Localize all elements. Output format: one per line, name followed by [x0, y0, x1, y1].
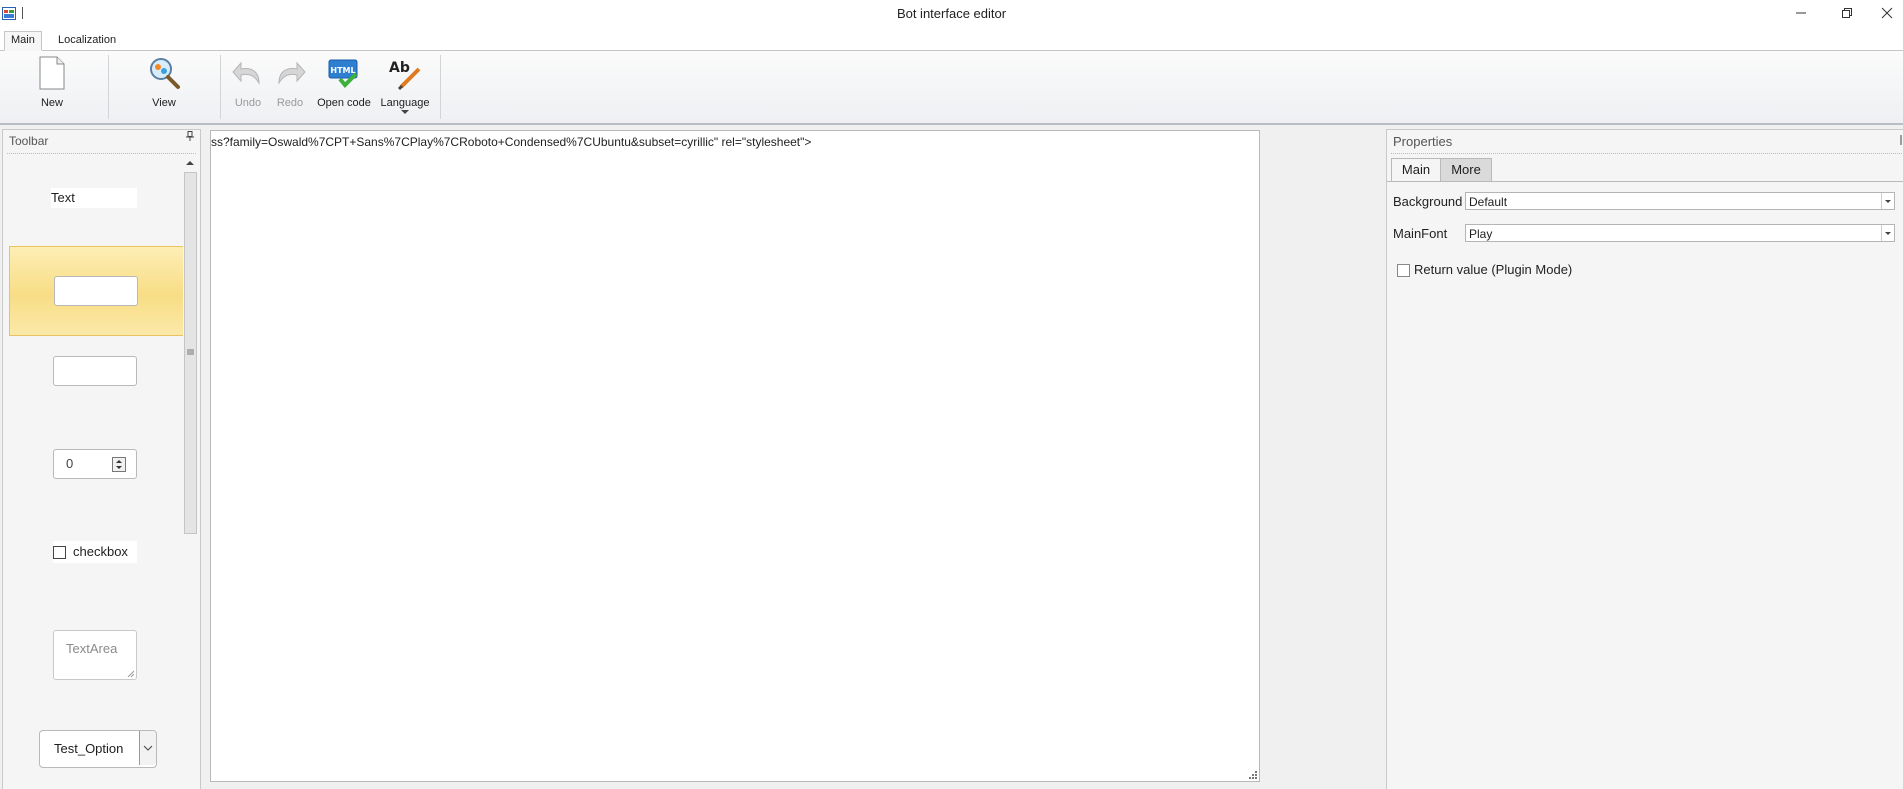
toolbar-item-list: Text 0 checkbox TextArea Test_Option [5, 164, 183, 789]
toolbar-item-password[interactable] [9, 340, 183, 428]
resize-grip-icon [127, 670, 134, 677]
tab-main[interactable]: Main [4, 31, 42, 51]
return-value-label: Return value (Plugin Mode) [1414, 262, 1573, 277]
checkbox-icon [53, 546, 66, 559]
checkbox-label: checkbox [73, 544, 128, 559]
spinner-arrows-icon [112, 457, 126, 472]
language-icon: Ab [389, 60, 421, 91]
toolbar-item-textarea[interactable]: TextArea [9, 608, 183, 696]
minimize-icon [1796, 12, 1806, 14]
text-sample: Text [51, 188, 137, 208]
resize-grip-icon[interactable] [1247, 769, 1257, 779]
redo-button[interactable]: Redo [272, 55, 308, 117]
toolbar-item-text[interactable]: Text [9, 164, 183, 252]
new-document-icon [39, 56, 65, 90]
language-label: Language [380, 97, 430, 109]
properties-panel: Properties Main More Background Default … [1386, 129, 1903, 789]
tab-underline [1387, 181, 1903, 182]
svg-text:HTML: HTML [330, 66, 355, 75]
ribbon-group-separator [440, 55, 441, 119]
mainfont-select[interactable]: Play [1465, 224, 1895, 242]
tab-properties-main[interactable]: Main [1391, 158, 1441, 182]
magnifier-icon [150, 58, 180, 89]
textarea-sample: TextArea [53, 630, 137, 680]
textarea-placeholder: TextArea [66, 641, 118, 656]
svg-text:Ab: Ab [389, 60, 410, 76]
background-value: Default [1469, 195, 1508, 209]
undo-label: Undo [234, 97, 262, 109]
properties-title: Properties [1393, 134, 1453, 149]
toolbar-panel: Toolbar Text 0 checkbox TextArea Test_Op… [2, 129, 201, 789]
ribbon-tab-strip: Main Localization [0, 28, 1903, 51]
input-sample [53, 356, 137, 386]
html-code-icon: HTML [328, 59, 358, 88]
restore-button[interactable] [1824, 0, 1870, 26]
pin-icon [186, 131, 194, 141]
checkbox-icon[interactable] [1397, 264, 1410, 278]
toolbar-scrollbar[interactable] [183, 160, 197, 788]
code-line[interactable]: ss?family=Oswald%7CPT+Sans%7CPlay%7CRobo… [211, 135, 811, 149]
window-title: Bot interface editor [896, 6, 1007, 21]
undo-button[interactable]: Undo [230, 55, 266, 117]
select-dropdown [139, 731, 156, 765]
chevron-down-icon [1881, 193, 1894, 209]
language-button[interactable]: Ab Language [378, 55, 432, 117]
title-bar: Bot interface editor [0, 0, 1903, 28]
checkbox-sample: checkbox [53, 541, 137, 563]
minimize-button[interactable] [1778, 0, 1824, 26]
ribbon-group-separator [108, 55, 109, 119]
panel-divider [7, 153, 196, 154]
code-editor[interactable]: ss?family=Oswald%7CPT+Sans%7CPlay%7CRobo… [210, 130, 1260, 782]
ribbon-group-separator [220, 55, 221, 119]
ribbon: New View Undo Redo HTML Open code Ab Lan… [0, 51, 1903, 125]
input-sample [54, 276, 138, 306]
toolbar-panel-title: Toolbar [9, 134, 49, 148]
scrollbar-thumb[interactable] [184, 172, 197, 534]
toolbar-item-number[interactable]: 0 [9, 432, 183, 520]
background-select[interactable]: Default [1465, 192, 1895, 210]
toolbar-item-input[interactable] [9, 246, 183, 336]
number-value: 0 [66, 456, 74, 471]
panel-divider [1391, 153, 1903, 154]
select-value: Test_Option [54, 741, 124, 756]
scroll-up-icon[interactable] [185, 160, 195, 166]
chevron-down-icon [1881, 225, 1894, 241]
close-button[interactable] [1870, 0, 1903, 26]
pin-icon[interactable] [1898, 135, 1903, 145]
view-button[interactable]: View [136, 55, 192, 117]
redo-label: Redo [276, 97, 304, 109]
chevron-down-icon [401, 110, 409, 114]
toolbar-item-select[interactable]: Test_Option [9, 700, 183, 788]
return-value-checkbox[interactable]: Return value (Plugin Mode) [1397, 262, 1573, 278]
close-icon [1881, 7, 1892, 19]
redo-icon [278, 61, 306, 85]
open-code-label: Open code [317, 97, 371, 109]
restore-icon [1842, 8, 1852, 18]
new-label: New [40, 97, 63, 109]
grip-icon [187, 349, 194, 355]
view-label: View [152, 97, 176, 109]
select-sample: Test_Option [39, 730, 157, 768]
background-label: Background [1393, 194, 1463, 209]
new-button[interactable]: New [24, 55, 80, 117]
tab-localization[interactable]: Localization [52, 32, 122, 50]
pin-icon[interactable] [186, 131, 194, 144]
mainfont-label: MainFont [1393, 226, 1448, 241]
undo-icon [232, 61, 260, 85]
chevron-down-icon [143, 745, 153, 751]
number-sample: 0 [53, 449, 137, 479]
mainfont-value: Play [1469, 227, 1493, 241]
open-code-button[interactable]: HTML Open code [314, 55, 374, 117]
tab-properties-more[interactable]: More [1440, 158, 1492, 182]
toolbar-item-checkbox[interactable]: checkbox [9, 524, 183, 612]
